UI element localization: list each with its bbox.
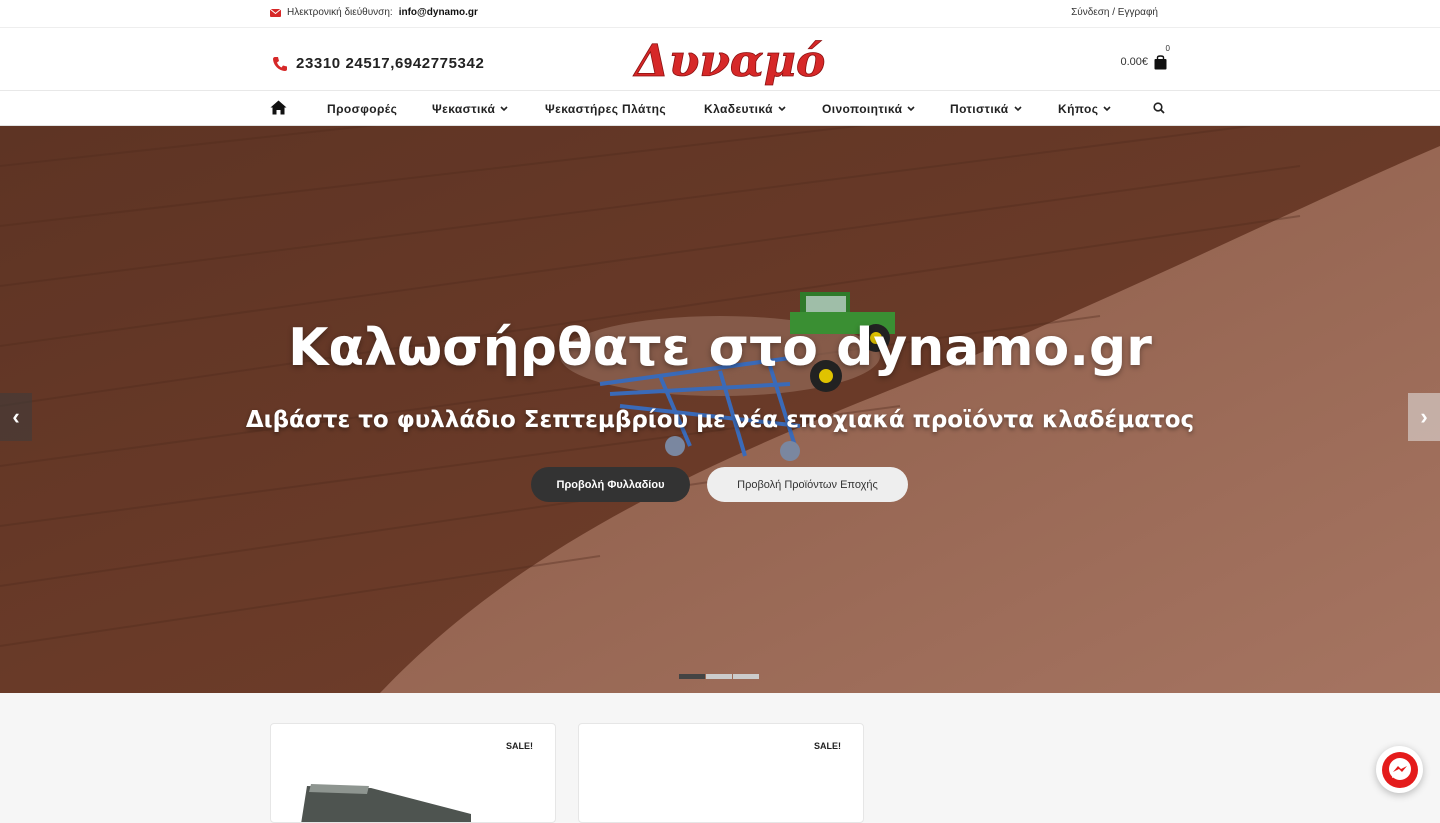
chevron-down-icon [1103,106,1111,112]
nav-item-sprayers[interactable]: Ψεκαστικά [432,102,508,116]
chevron-down-icon [500,106,508,112]
home-icon[interactable] [270,100,287,115]
cart-total: 0.00€ [1120,56,1148,68]
product-card[interactable]: SALE! [270,723,556,823]
slider-pagination [679,674,759,679]
email-value[interactable]: info@dynamo.gr [399,7,478,18]
product-image [301,784,471,822]
email-label: Ηλεκτρονική διεύθυνση: [287,7,393,18]
shopping-bag-icon [1154,55,1167,70]
top-bar: Ηλεκτρονική διεύθυνση: info@dynamo.gr Σύ… [0,0,1440,28]
logo-text: Δυναμό [633,36,826,87]
cart-count: 0 [1165,44,1170,53]
search-icon[interactable] [1153,102,1165,114]
envelope-icon [270,8,281,17]
site-logo[interactable]: Δυναμό [632,32,828,88]
slider-dot-1[interactable] [679,674,705,679]
nav-item-irrigation[interactable]: Ποτιστικά [950,102,1022,116]
messenger-icon [1381,751,1418,788]
chevron-down-icon [907,106,915,112]
email-contact[interactable]: Ηλεκτρονική διεύθυνση: info@dynamo.gr [270,7,478,18]
nav-item-offers[interactable]: Προσφορές [327,102,397,116]
products-section: SALE! SALE! [0,693,1440,823]
nav-item-winemaking[interactable]: Οινοποιητικά [822,102,915,116]
chevron-down-icon [778,106,786,112]
login-register-link[interactable]: Σύνδεση / Εγγραφή [1071,7,1158,18]
sale-badge: SALE! [814,741,841,751]
product-card[interactable]: SALE! [578,723,864,823]
nav-item-pruning[interactable]: Κλαδευτικά [704,102,786,116]
phone-number: 23310 24517,6942775342 [296,55,485,72]
phone-icon [273,56,287,71]
slider-dot-3[interactable] [733,674,759,679]
hero-subtitle: Διβάστε το φυλλάδιο Σεπτεμβρίου με νέα ε… [245,407,1195,433]
view-brochure-button[interactable]: Προβολή Φυλλαδίου [531,467,690,502]
main-navigation: Προσφορές Ψεκαστικά Ψεκαστήρες Πλάτης Κλ… [0,91,1440,126]
phone-contact[interactable]: 23310 24517,6942775342 [272,55,484,72]
header: 23310 24517,6942775342 Δυναμό 0.00€ 0 [0,28,1440,91]
view-seasonal-products-button[interactable]: Προβολή Προϊόντων Εποχής [707,467,908,502]
hero-title: Καλωσήρθατε στο dynamo.gr [288,318,1152,378]
nav-item-garden[interactable]: Κήπος [1058,102,1111,116]
slider-prev-arrow[interactable]: ‹ [0,393,32,441]
messenger-chat-button[interactable] [1376,746,1423,793]
nav-item-backpack-sprayers[interactable]: Ψεκαστήρες Πλάτης [545,102,666,116]
chevron-down-icon [1013,106,1022,112]
slider-dot-2[interactable] [706,674,732,679]
cart[interactable]: 0.00€ 0 [1120,44,1170,70]
slider-next-arrow[interactable]: › [1408,393,1440,441]
hero-slider: Καλωσήρθατε στο dynamo.gr Διβάστε το φυλ… [0,126,1440,693]
